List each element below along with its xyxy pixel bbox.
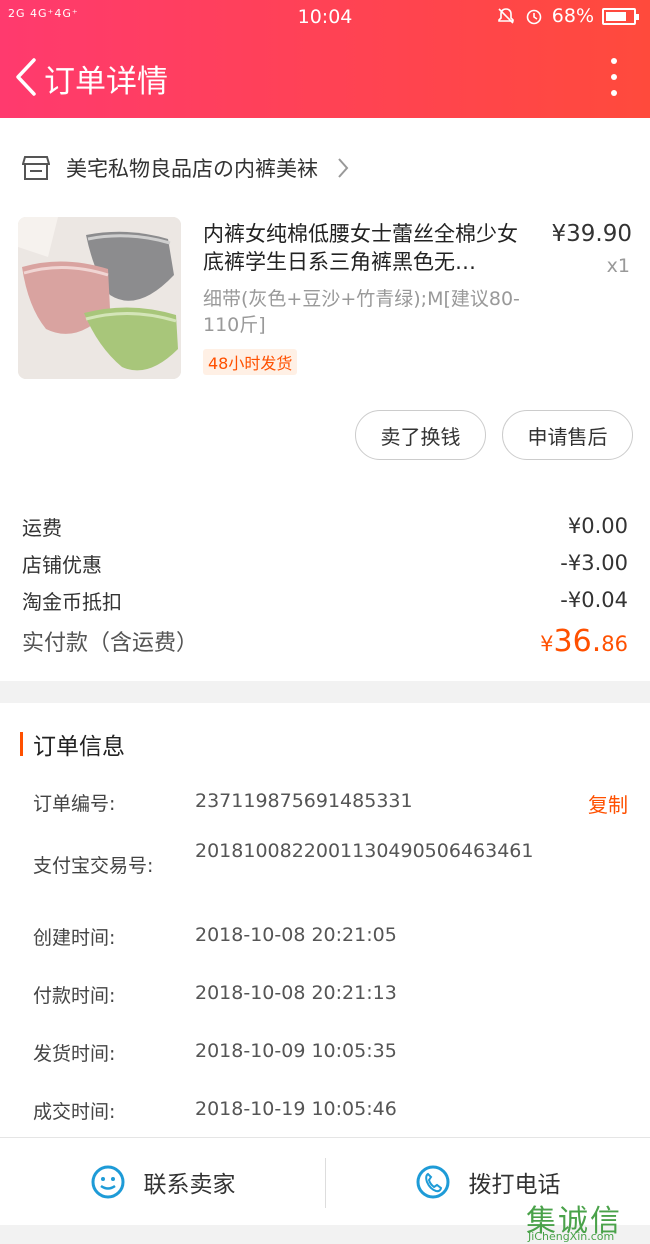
total-int: 36. bbox=[553, 623, 602, 659]
shipping-value: ¥0.00 bbox=[567, 514, 628, 538]
page-title: 订单详情 bbox=[44, 64, 168, 100]
product-title[interactable]: 内裤女纯棉低腰女士蕾丝全棉少女底裤学生日系三角裤黑色无… bbox=[203, 220, 533, 276]
copy-button[interactable]: 复制 bbox=[588, 789, 628, 818]
contact-seller-button[interactable]: 联系卖家 bbox=[0, 1138, 325, 1226]
alipay-no-value: 2018100822001130490506463461 bbox=[195, 840, 534, 862]
shipping-tag: 48小时发货 bbox=[203, 349, 298, 375]
paid-label: 付款时间: bbox=[33, 985, 116, 1007]
coin-value: -¥0.04 bbox=[560, 588, 628, 612]
after-sale-button[interactable]: 申请售后 bbox=[502, 410, 633, 460]
shipping-label: 运费 bbox=[22, 515, 62, 540]
shop-row[interactable]: 美宅私物良品店の内裤美袜 bbox=[22, 148, 350, 188]
created-label: 创建时间: bbox=[33, 927, 116, 949]
shop-name: 美宅私物良品店の内裤美袜 bbox=[66, 157, 318, 181]
watermark: 集诚信 JiChengXin.com bbox=[526, 1196, 644, 1244]
coin-row: 淘金币抵扣 -¥0.04 bbox=[22, 585, 628, 615]
back-icon[interactable] bbox=[8, 52, 48, 102]
chevron-right-icon bbox=[338, 158, 349, 178]
product-image[interactable] bbox=[18, 217, 181, 379]
shipping-row: 运费 ¥0.00 bbox=[22, 511, 628, 541]
shipped-value: 2018-10-09 10:05:35 bbox=[195, 1040, 397, 1062]
header: 2G 4G⁺4G⁺ 10:04 68% 订单详情 bbox=[0, 0, 650, 118]
alipay-no-label: 支付宝交易号: bbox=[33, 855, 154, 877]
product-qty: x1 bbox=[606, 255, 630, 277]
store-icon bbox=[22, 156, 50, 180]
shop-discount-label: 店铺优惠 bbox=[22, 552, 102, 577]
more-icon[interactable] bbox=[608, 58, 620, 96]
shop-discount-row: 店铺优惠 -¥3.00 bbox=[22, 548, 628, 578]
order-detail-page: 2G 4G⁺4G⁺ 10:04 68% 订单详情 美宅私物良品店の内裤美袜 内裤… bbox=[0, 0, 650, 1244]
mute-icon bbox=[497, 8, 514, 24]
coin-label: 淘金币抵扣 bbox=[22, 589, 122, 614]
battery-percent: 68% bbox=[551, 5, 594, 27]
total-value: ¥36.86 bbox=[540, 624, 628, 659]
shipped-label: 发货时间: bbox=[33, 1043, 116, 1065]
completed-value: 2018-10-19 10:05:46 bbox=[195, 1098, 397, 1120]
order-info-title: 订单信息 bbox=[33, 734, 125, 760]
status-bar: 2G 4G⁺4G⁺ 10:04 68% bbox=[0, 0, 650, 36]
heading-accent-bar bbox=[20, 732, 23, 756]
order-card: 美宅私物良品店の内裤美袜 内裤女纯棉低腰女士蕾丝全棉少女底裤学生日系三角裤黑色无… bbox=[0, 118, 650, 681]
order-number-value: 237119875691485331 bbox=[195, 790, 413, 812]
nav-bar: 订单详情 bbox=[0, 46, 650, 110]
watermark-url: JiChengXin.com bbox=[528, 1230, 615, 1243]
call-label: 拨打电话 bbox=[468, 1172, 561, 1198]
contact-seller-label: 联系卖家 bbox=[143, 1172, 236, 1198]
total-row: 实付款（含运费） ¥36.86 bbox=[22, 623, 628, 659]
completed-label: 成交时间: bbox=[33, 1101, 116, 1123]
order-info-heading: 订单信息 bbox=[20, 731, 125, 760]
shop-discount-value: -¥3.00 bbox=[560, 551, 628, 575]
order-number-label: 订单编号: bbox=[33, 793, 116, 815]
status-right: 68% bbox=[496, 5, 639, 27]
product-sku: 细带(灰色+豆沙+竹青绿);M[建议80-110斤] bbox=[203, 288, 520, 336]
product-price: ¥39.90 bbox=[551, 221, 632, 247]
created-value: 2018-10-08 20:21:05 bbox=[195, 924, 397, 946]
order-info: 订单信息 订单编号: 237119875691485331 复制 支付宝交易号:… bbox=[0, 703, 650, 1137]
total-dec: 86 bbox=[601, 631, 628, 656]
chat-icon bbox=[91, 1165, 124, 1199]
phone-icon bbox=[416, 1165, 449, 1199]
paid-value: 2018-10-08 20:21:13 bbox=[195, 982, 397, 1004]
battery-icon bbox=[602, 7, 639, 25]
alarm-icon bbox=[526, 9, 542, 25]
total-label: 实付款（含运费） bbox=[22, 631, 199, 656]
total-symbol: ¥ bbox=[540, 631, 554, 656]
sell-button[interactable]: 卖了换钱 bbox=[355, 410, 486, 460]
